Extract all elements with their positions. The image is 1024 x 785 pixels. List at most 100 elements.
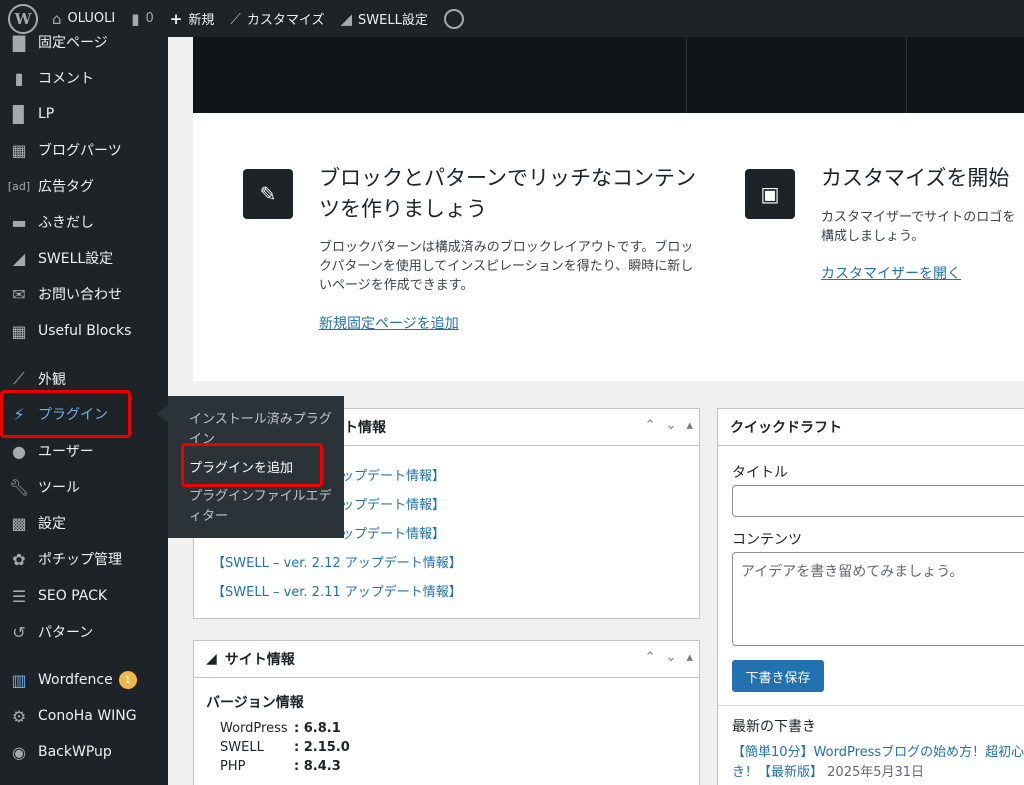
plus-icon: + (169, 9, 183, 28)
blog-parts-icon: ▦ (11, 140, 27, 160)
version-value: : 8.4.3 (294, 759, 341, 774)
customize-label: カスタマイズ (246, 13, 325, 28)
menu-label: BackWPup (38, 744, 112, 760)
menu-blog-parts[interactable]: ▦ ブログパーツ (0, 133, 168, 167)
speech-bubble-icon: ▬ (11, 212, 27, 232)
menu-tools[interactable]: 🔧︎ ツール (0, 470, 168, 504)
version-key: PHP (220, 759, 246, 774)
menu-wordfence[interactable]: ▥ Wordfence 1 (0, 663, 168, 697)
brush-icon: ⟋ (13, 369, 25, 388)
menu-comments[interactable]: ▮ コメント (0, 61, 168, 95)
layout-icon: ▣ (745, 169, 795, 219)
new-content-link[interactable]: + 新規 (162, 0, 223, 37)
comment-icon: ▮ (14, 68, 24, 88)
menu-lp[interactable]: ▉ LP (0, 97, 168, 131)
add-plugin-highlight (181, 443, 323, 487)
menu-label: ブログパーツ (38, 143, 122, 159)
menu-settings[interactable]: ▩ 設定 (0, 506, 168, 540)
draft-title-label: タイトル (732, 465, 788, 481)
menu-ad-tags[interactable]: [ad] 広告タグ (0, 169, 168, 203)
flyout-arrow (156, 406, 168, 422)
menu-label: 固定ページ (38, 35, 108, 51)
welcome-panel: ✎ ブロックとパターンでリッチなコンテンツを作りましょう ブロックパターンは構成… (193, 113, 1024, 381)
menu-label: ツール (38, 480, 80, 496)
chevron-down-icon[interactable]: ⌄ (666, 418, 677, 433)
page-icon: ▇ (12, 32, 26, 52)
chevron-down-icon[interactable]: ⌄ (666, 650, 677, 665)
menu-label: SEO PACK (38, 588, 108, 604)
paw-icon: ✿ (12, 549, 26, 569)
menu-label: お問い合わせ (38, 287, 122, 303)
menu-users[interactable]: ● ユーザー (0, 434, 168, 468)
add-page-link[interactable]: 新規固定ページを追加 (319, 313, 459, 333)
submenu-plugin-editor[interactable]: プラグインファイルエディター (189, 487, 339, 527)
welcome-banner-top (193, 37, 1024, 113)
chevron-up-icon[interactable]: ⌃ (645, 418, 656, 433)
swell-label: SWELL設定 (358, 13, 428, 28)
menu-label: LP (38, 106, 55, 122)
menu-label: 設定 (38, 516, 66, 532)
menu-label: 広告タグ (38, 179, 94, 195)
pencil-icon: ✎ (243, 169, 293, 219)
gear-icon: ⚙ (11, 706, 27, 726)
notification-badge: 1 (118, 671, 137, 689)
customize-desc: カスタマイザーでサイトのロゴを構成しましょう。 (821, 210, 1016, 244)
postbox-controls: ⌃ ⌄ ▴ (645, 650, 693, 665)
plugins-menu-highlight (0, 390, 131, 438)
version-value: : 2.15.0 (294, 740, 350, 755)
menu-contact[interactable]: ✉ お問い合わせ (0, 277, 168, 311)
swell-settings-link[interactable]: ◢ SWELL設定 (332, 0, 435, 37)
move-up-icon[interactable]: ▴ (686, 650, 693, 665)
postbox-title: サイト情報 (224, 652, 295, 668)
postbox-header: ◢ サイト情報 (194, 641, 699, 678)
menu-fukidashi[interactable]: ▬ ふきだし (0, 205, 168, 239)
recent-draft-title: 【簡単10分】WordPressブログの始め方！超初心 (732, 745, 1024, 760)
version-row: PHP : 8.4.3 (220, 759, 341, 774)
menu-useful-blocks[interactable]: ▦ Useful Blocks (0, 314, 168, 348)
version-heading: バージョン情報 (206, 695, 304, 711)
recent-draft-link[interactable]: 【簡単10分】WordPressブログの始め方！超初心 き！【最新版】 2025… (732, 743, 1024, 783)
menu-label: パターン (38, 625, 94, 641)
open-customizer-link[interactable]: カスタマイザーを開く (821, 263, 961, 283)
quick-draft-postbox: クイックドラフト タイトル コンテンツ アイデアを書き留めてみましょう。 下書き… (717, 408, 1024, 785)
menu-seo-pack[interactable]: ☰ SEO PACK (0, 579, 168, 613)
site-info-postbox: ◢ サイト情報 ⌃ ⌄ ▴ バージョン情報 WordPress : 6.8.1 … (193, 640, 700, 785)
new-label: 新規 (188, 13, 215, 28)
block-patterns-title: ブロックとパターンでリッチなコンテンツを作りましょう (319, 166, 696, 221)
menu-pages[interactable]: ▇ 固定ページ (0, 25, 168, 59)
postbox-controls: ⌃ ⌄ ▴ (645, 418, 693, 433)
comments-count: 0 (145, 11, 154, 26)
news-link[interactable]: ップデート情報】 (341, 465, 445, 484)
draft-content-textarea[interactable]: アイデアを書き留めてみましょう。 (732, 552, 1024, 646)
backwpup-adminbar-link[interactable] (436, 0, 472, 37)
menu-patterns[interactable]: ↺ パターン (0, 615, 168, 649)
swell-icon: ◢ (340, 9, 353, 28)
news-link[interactable]: 【SWELL – ver. 2.12 アップデート情報】 (212, 552, 462, 571)
menu-pochipp[interactable]: ✿ ポチップ管理 (0, 542, 168, 576)
draft-title-input[interactable] (732, 485, 1024, 517)
customize-title: カスタマイズを開始 (821, 166, 1010, 190)
menu-conoha-wing[interactable]: ⚙ ConoHa WING (0, 699, 168, 733)
save-draft-button[interactable]: 下書き保存 (732, 660, 824, 692)
chevron-up-icon[interactable]: ⌃ (645, 650, 656, 665)
menu-backwpup[interactable]: ◉ BackWPup (0, 735, 168, 769)
site-name: OLUOLI (67, 11, 116, 26)
menu-label: ふきだし (38, 215, 94, 231)
customize-link[interactable]: ⟋ カスタマイズ (222, 0, 332, 37)
news-link[interactable]: ップデート情報】 (341, 523, 445, 542)
draft-content-label: コンテンツ (732, 532, 802, 548)
news-link[interactable]: 【SWELL – ver. 2.11 アップデート情報】 (212, 581, 462, 600)
brush-icon: ⟋ (230, 9, 241, 28)
news-link[interactable]: ップデート情報】 (341, 494, 445, 513)
wordfence-icon: ▥ (11, 670, 27, 690)
ad-icon: [ad] (7, 179, 31, 193)
user-icon: ● (12, 441, 26, 461)
grid-icon: ▦ (11, 321, 27, 341)
menu-swell-settings[interactable]: ◢ SWELL設定 (0, 241, 168, 275)
move-up-icon[interactable]: ▴ (686, 418, 693, 433)
list-icon: ☰ (11, 586, 27, 606)
recent-draft-date: 2025年5月31日 (827, 765, 925, 780)
menu-label: ConoHa WING (38, 708, 137, 724)
menu-label: SWELL設定 (38, 251, 114, 267)
menu-label: 外観 (38, 372, 66, 388)
